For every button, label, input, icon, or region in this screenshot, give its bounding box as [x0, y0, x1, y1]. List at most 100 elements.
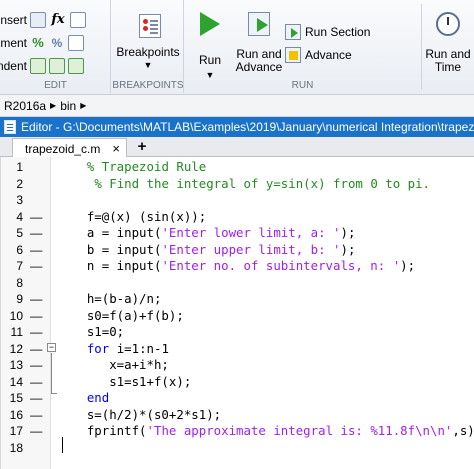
run-section-button[interactable]: Run Section: [285, 22, 370, 42]
insert-row[interactable]: Insert fx: [0, 10, 86, 30]
code-line[interactable]: 16 — s=(h/2)*(s0+2*s1);: [1, 407, 474, 424]
wrap-comments-icon[interactable]: [68, 35, 84, 51]
line-number: 1: [16, 160, 23, 174]
code-line[interactable]: 13 — x=a+i*h;: [1, 357, 474, 374]
tab-trapezoid-c[interactable]: trapezoid_c.m ×: [12, 138, 127, 158]
code-line[interactable]: 7 — n = input('Enter no. of subintervals,…: [1, 258, 474, 275]
insert-section-icon[interactable]: [30, 12, 46, 28]
tab-label: trapezoid_c.m: [25, 141, 101, 156]
breakpoint-marker[interactable]: —: [30, 324, 42, 341]
code-line[interactable]: 4 — f=@(x) (sin(x));: [1, 209, 474, 226]
line-number: 10: [9, 308, 23, 323]
code-line[interactable]: 8: [1, 275, 474, 292]
breadcrumb-arrow-icon[interactable]: ▶: [80, 101, 86, 110]
run-and-time-button[interactable]: Run and Time: [423, 8, 473, 74]
code-text: b = input(: [57, 241, 162, 257]
code-editor[interactable]: 1 % Trapezoid Rule 2 % Find the integral …: [0, 157, 474, 469]
breakpoints-icon[interactable]: [139, 14, 161, 38]
breakpoint-marker[interactable]: —: [30, 407, 42, 424]
line-number: 9: [16, 292, 23, 306]
breakpoint-marker[interactable]: —: [30, 291, 42, 308]
code-comment: % Find the integral of y=sin(x) from 0 t…: [94, 175, 431, 191]
smart-indent-icon[interactable]: [30, 58, 46, 74]
breakpoint-marker[interactable]: —: [30, 341, 42, 358]
run-icon: [200, 12, 220, 36]
breadcrumb-item-bin[interactable]: bin: [60, 99, 76, 113]
line-number: 11: [10, 325, 23, 339]
breakpoint-marker[interactable]: —: [30, 225, 42, 242]
increase-indent-icon[interactable]: [49, 58, 65, 74]
code-string: 'Enter no. of subintervals, n: ': [161, 258, 401, 273]
uncomment-icon[interactable]: %: [49, 35, 65, 51]
indent-row[interactable]: Indent: [0, 56, 84, 76]
breakpoints-group-label: BREAKPOINTS: [112, 80, 184, 91]
advance-icon: [285, 47, 301, 63]
code-line[interactable]: 5 — a = input('Enter lower limit, a: ');: [1, 225, 474, 242]
breakpoint-marker[interactable]: —: [30, 242, 42, 259]
code-line[interactable]: 1 % Trapezoid Rule: [1, 159, 474, 176]
code-line[interactable]: 14 — s1=s1+f(x);: [1, 374, 474, 391]
code-line[interactable]: 2 % Find the integral of y=sin(x) from 0…: [1, 176, 474, 193]
code-comment: % Trapezoid Rule: [86, 159, 207, 174]
collapse-fold-icon[interactable]: −: [47, 343, 56, 352]
line-source: for i=1:n-1: [57, 341, 169, 358]
code-line[interactable]: 17 — fprintf('The approximate integral is…: [1, 423, 474, 440]
run-and-advance-button[interactable]: Run and Advance: [233, 8, 285, 74]
breakpoint-marker[interactable]: —: [30, 390, 42, 407]
code-text: a = input(: [57, 225, 162, 240]
breakpoint-marker[interactable]: —: [30, 357, 42, 374]
editor-document-icon: [4, 120, 16, 134]
breakpoint-marker[interactable]: —: [30, 374, 42, 391]
line-number: 13: [9, 358, 23, 372]
code-line[interactable]: 6 — b = input('Enter upper limit, b: ');: [1, 242, 474, 259]
breakpoint-marker[interactable]: —: [30, 209, 42, 226]
editor-title: Editor - G:\Documents\MATLAB\Examples\20…: [21, 120, 474, 134]
code-line[interactable]: 18: [1, 440, 474, 457]
advance-button[interactable]: Advance: [285, 45, 352, 65]
code-text: s1=0;: [57, 324, 125, 339]
code-keyword: end: [86, 390, 110, 405]
code-text: s0=f(a)+f(b);: [57, 307, 184, 323]
breakpoints-caret-icon[interactable]: ▼: [112, 60, 184, 70]
editor-title-bar[interactable]: Editor - G:\Documents\MATLAB\Examples\20…: [0, 117, 474, 137]
line-number: 5: [16, 226, 23, 240]
run-group-label: RUN: [291, 80, 314, 91]
new-tab-plus-icon[interactable]: +: [134, 138, 150, 156]
code-line[interactable]: 12 — for i=1:n-1: [1, 341, 474, 358]
code-text: ,s);: [452, 423, 474, 438]
code-line[interactable]: 11 — s1=0;: [1, 324, 474, 341]
code-line[interactable]: 15 — end: [1, 390, 474, 407]
line-source: s1=0;: [57, 324, 124, 341]
breakpoint-marker[interactable]: —: [30, 423, 42, 440]
editor-tab-bar: trapezoid_c.m × +: [0, 137, 474, 158]
current-folder-breadcrumb[interactable]: R2016a ▶ bin ▶: [0, 95, 474, 117]
close-icon[interactable]: ×: [112, 141, 120, 156]
breadcrumb-arrow-icon[interactable]: ▶: [50, 101, 56, 110]
run-and-advance-icon: [248, 12, 270, 36]
code-line[interactable]: 3: [1, 192, 474, 209]
comment-row[interactable]: Comment % %: [0, 33, 84, 53]
line-source: s1=s1+f(x);: [57, 374, 191, 391]
run-and-advance-label-2: Advance: [235, 60, 283, 74]
breadcrumb-item-r2016a[interactable]: R2016a: [4, 99, 46, 113]
comment-icon[interactable]: %: [30, 35, 46, 51]
line-number: 18: [9, 440, 23, 455]
code-text: i=1:n-1: [109, 340, 169, 356]
run-and-time-label-2: Time: [434, 60, 462, 74]
code-line[interactable]: 9 — h=(b-a)/n;: [1, 291, 474, 308]
line-number: 3: [16, 193, 23, 207]
fx-icon[interactable]: fx: [49, 12, 67, 28]
run-group: Run ▼ Run and Advance Run Section Advanc…: [185, 0, 474, 93]
breakpoints-group: Breakpoints ▼ BREAKPOINTS: [112, 0, 184, 93]
decrease-indent-icon[interactable]: [68, 58, 84, 74]
insert-dropdown-icon[interactable]: [70, 12, 86, 28]
run-button[interactable]: Run ▼: [187, 8, 233, 82]
breakpoint-marker[interactable]: —: [30, 308, 42, 325]
breakpoints-button[interactable]: Breakpoints: [112, 45, 184, 59]
code-line[interactable]: 10 — s0=f(a)+f(b);: [1, 308, 474, 325]
breakpoint-marker[interactable]: —: [30, 258, 42, 275]
line-number: 6: [16, 242, 23, 257]
